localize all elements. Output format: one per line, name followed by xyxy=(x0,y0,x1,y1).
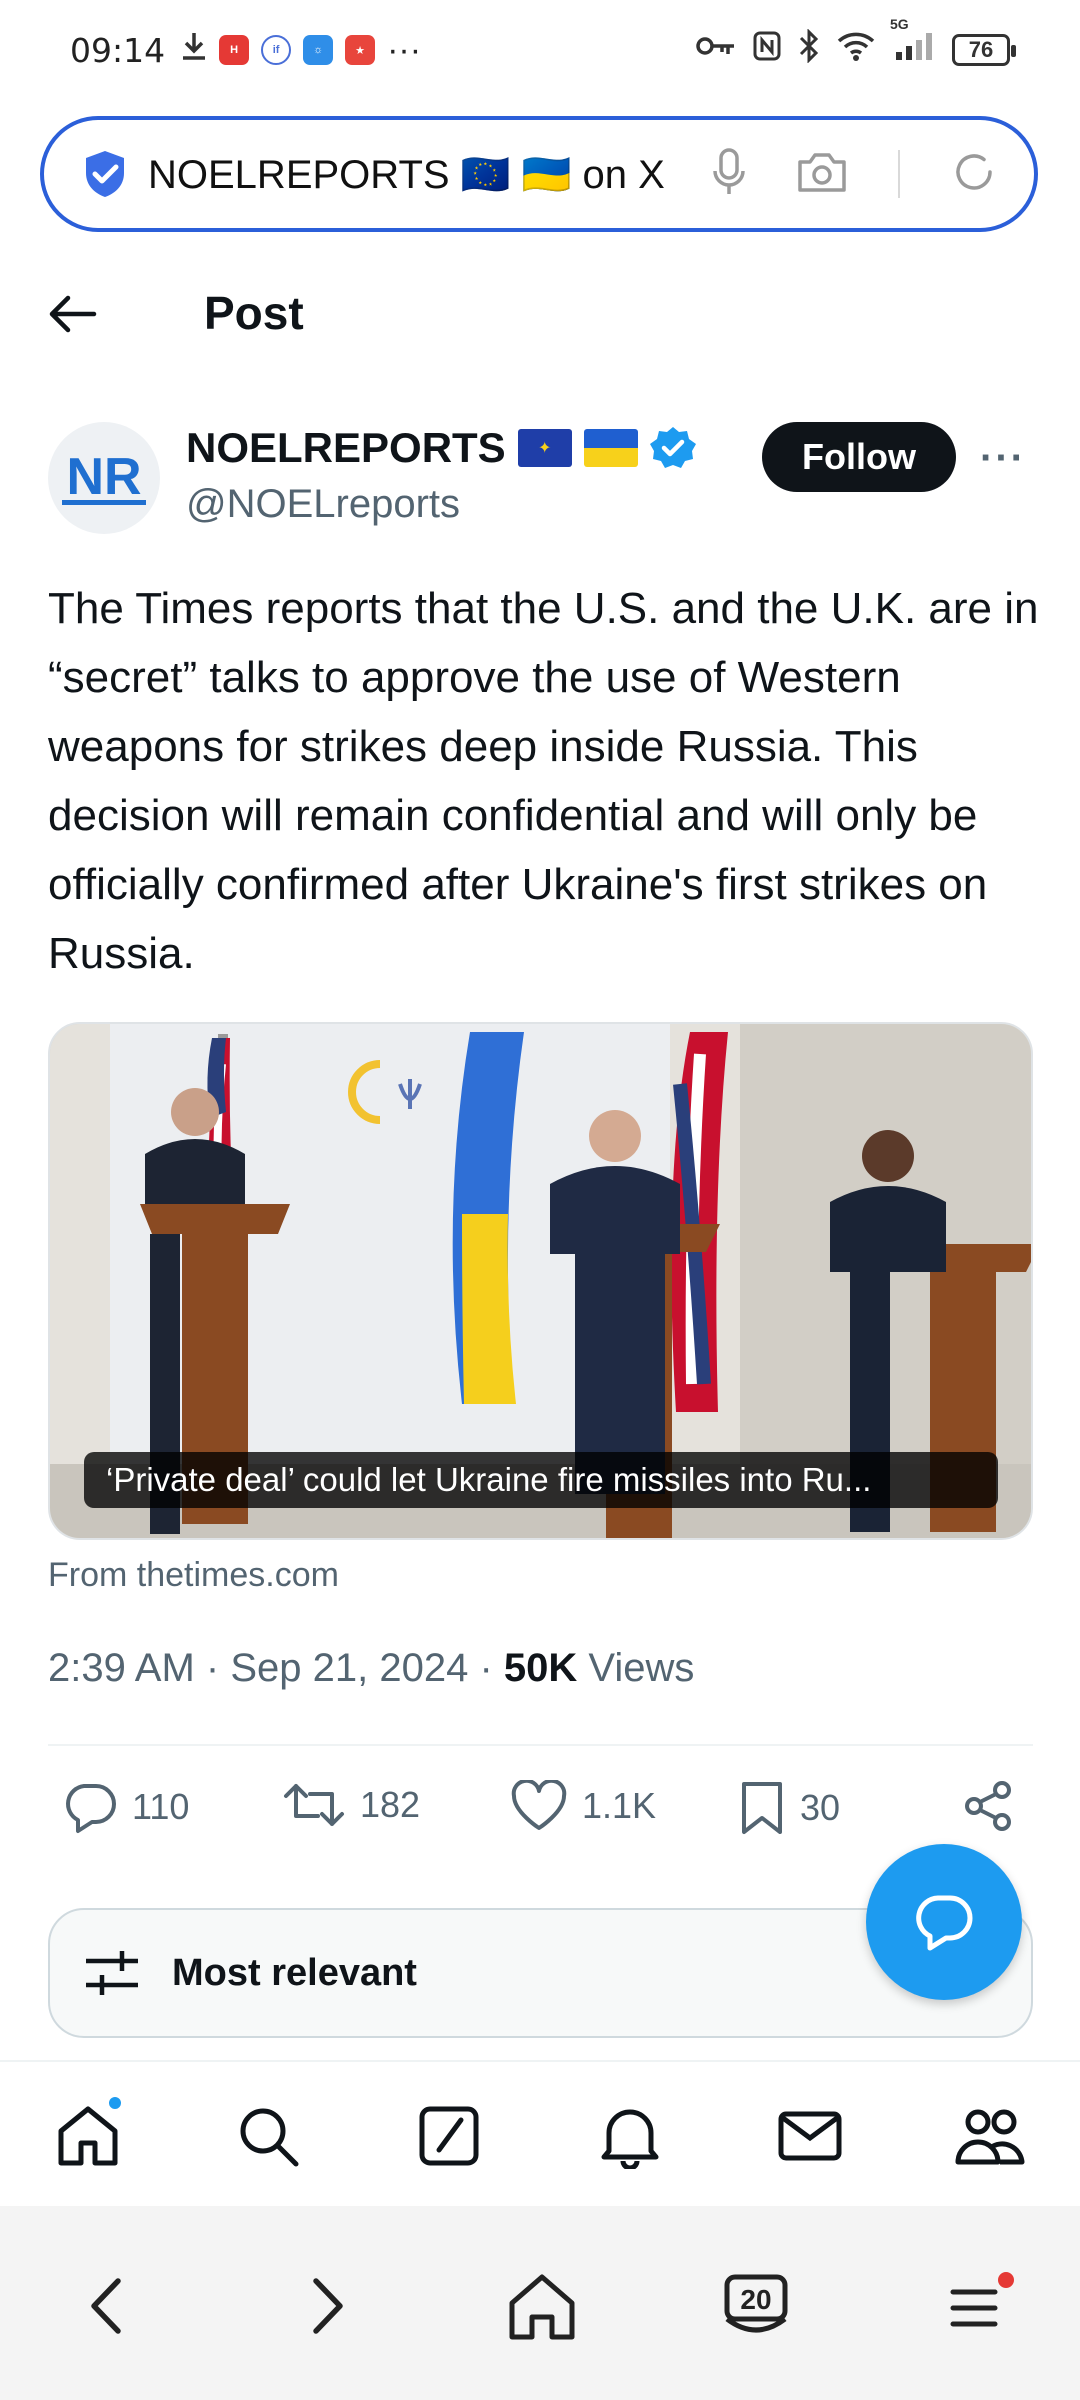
author-name-row[interactable]: NOELREPORTS ✦ xyxy=(186,424,696,472)
tabs-count: 20 xyxy=(740,2284,771,2315)
ukraine-flag-icon xyxy=(583,429,638,467)
menu-icon xyxy=(950,2289,998,2327)
reply-count: 110 xyxy=(132,1786,190,1827)
timestamp-separator: · xyxy=(479,1646,504,1690)
game-app-icon: ★ xyxy=(345,35,376,65)
more-options-icon[interactable]: ··· xyxy=(980,436,1026,481)
post-header: Post xyxy=(0,260,1080,370)
bookmark-count: 30 xyxy=(800,1787,841,1828)
download-icon xyxy=(179,30,209,71)
iflytek-app-icon: if xyxy=(261,35,292,65)
tab-communities[interactable] xyxy=(954,2100,1026,2172)
weather-app-icon: ☼ xyxy=(303,35,334,65)
timestamp-separator: · xyxy=(205,1646,231,1690)
share-button[interactable] xyxy=(962,1780,1014,1832)
views-count[interactable]: 50K xyxy=(504,1646,577,1690)
mail-icon xyxy=(778,2111,842,2161)
network-type-label: 5G xyxy=(890,16,909,32)
browser-menu-button[interactable] xyxy=(936,2266,1016,2346)
like-count: 1.1K xyxy=(582,1785,657,1826)
communities-icon xyxy=(955,2109,1025,2165)
avatar-initials: NR xyxy=(66,448,141,506)
tab-home[interactable] xyxy=(52,2094,124,2172)
share-icon xyxy=(965,1781,1011,1831)
home-outline-icon xyxy=(509,2274,575,2340)
browser-home-button[interactable] xyxy=(502,2266,582,2346)
tweet-text: The Times reports that the U.S. and the … xyxy=(48,584,1039,978)
nfc-icon xyxy=(752,30,782,70)
verified-badge-icon xyxy=(649,427,696,468)
compose-reply-button[interactable] xyxy=(866,1844,1022,2000)
address-text[interactable]: NOELREPORTS 🇪🇺 🇺🇦 on X xyxy=(148,151,688,198)
post-time[interactable]: 2:39 AM xyxy=(48,1646,195,1690)
views-label[interactable]: Views xyxy=(588,1646,694,1690)
repost-count: 182 xyxy=(360,1784,421,1825)
menu-notification-dot xyxy=(998,2272,1014,2288)
home-icon xyxy=(58,2106,118,2166)
bookmark-button[interactable]: 30 xyxy=(738,1780,840,1836)
search-icon xyxy=(240,2108,299,2167)
home-notification-dot xyxy=(106,2094,124,2112)
microphone-icon[interactable] xyxy=(712,147,746,202)
address-bar-divider xyxy=(898,150,900,198)
signal-icon: 5G xyxy=(890,16,936,70)
battery-indicator: 76 xyxy=(952,34,1016,66)
tab-grok[interactable] xyxy=(413,2100,485,2172)
link-preview-card[interactable]: ‘Private deal’ could let Ukraine fire mi… xyxy=(48,1022,1033,1540)
link-source[interactable]: From thetimes.com xyxy=(48,1556,339,1595)
back-arrow-icon[interactable] xyxy=(46,290,98,343)
secure-shield-icon xyxy=(86,151,124,197)
reply-icon xyxy=(66,1784,116,1833)
sort-label[interactable]: Most relevant xyxy=(172,1952,417,1995)
eu-flag-icon: ✦ xyxy=(517,429,572,467)
reply-bubble-icon xyxy=(916,1895,973,1951)
author-handle[interactable]: @NOELreports xyxy=(186,482,460,527)
author-name[interactable]: NOELREPORTS xyxy=(186,424,506,472)
bluetooth-icon xyxy=(798,28,820,71)
bottom-tab-bar xyxy=(0,2060,1080,2206)
grok-icon xyxy=(419,2106,479,2166)
page-title: Post xyxy=(204,287,304,339)
reload-icon[interactable] xyxy=(950,148,998,201)
wifi-icon xyxy=(836,30,876,70)
like-button[interactable]: 1.1K xyxy=(510,1780,656,1832)
more-notifications-icon: ··· xyxy=(387,30,422,69)
heart-icon xyxy=(511,1780,567,1830)
browser-nav-bar: 20 xyxy=(0,2206,1080,2400)
status-time: 09:14 xyxy=(70,30,166,70)
reply-button[interactable]: 110 xyxy=(62,1780,189,1834)
avatar[interactable]: NR xyxy=(48,422,160,534)
status-bar: 09:14 H if ☼ ★ ··· 5G 76 xyxy=(0,0,1080,100)
post-timestamp: 2:39 AM · Sep 21, 2024 · 50K Views xyxy=(48,1646,694,1691)
follow-button[interactable]: Follow xyxy=(762,422,956,492)
tab-notifications[interactable] xyxy=(594,2100,666,2172)
browser-address-bar[interactable]: NOELREPORTS 🇪🇺 🇺🇦 on X xyxy=(40,116,1038,232)
chevron-right-icon xyxy=(313,2278,343,2334)
link-preview-title[interactable]: ‘Private deal’ could let Ukraine fire mi… xyxy=(84,1452,998,1508)
huawei-app-icon: H xyxy=(219,35,250,65)
repost-icon xyxy=(284,1784,344,1826)
browser-tabs-button[interactable]: 20 xyxy=(716,2266,796,2346)
vpn-key-icon xyxy=(696,33,736,67)
filter-sliders-icon xyxy=(86,1951,138,1995)
tab-messages[interactable] xyxy=(774,2100,846,2172)
browser-back-button[interactable] xyxy=(66,2266,146,2346)
browser-forward-button[interactable] xyxy=(288,2266,368,2346)
bell-icon xyxy=(601,2109,659,2169)
action-bar: 110 182 1.1K 30 xyxy=(0,1780,1080,1850)
chevron-left-icon xyxy=(91,2278,121,2334)
tabs-icon: 20 xyxy=(724,2274,788,2333)
post-date[interactable]: Sep 21, 2024 xyxy=(230,1646,468,1690)
divider xyxy=(48,1744,1033,1746)
bookmark-icon xyxy=(742,1782,782,1834)
repost-button[interactable]: 182 xyxy=(282,1780,420,1830)
camera-icon[interactable] xyxy=(796,150,848,199)
tab-search[interactable] xyxy=(232,2100,304,2172)
